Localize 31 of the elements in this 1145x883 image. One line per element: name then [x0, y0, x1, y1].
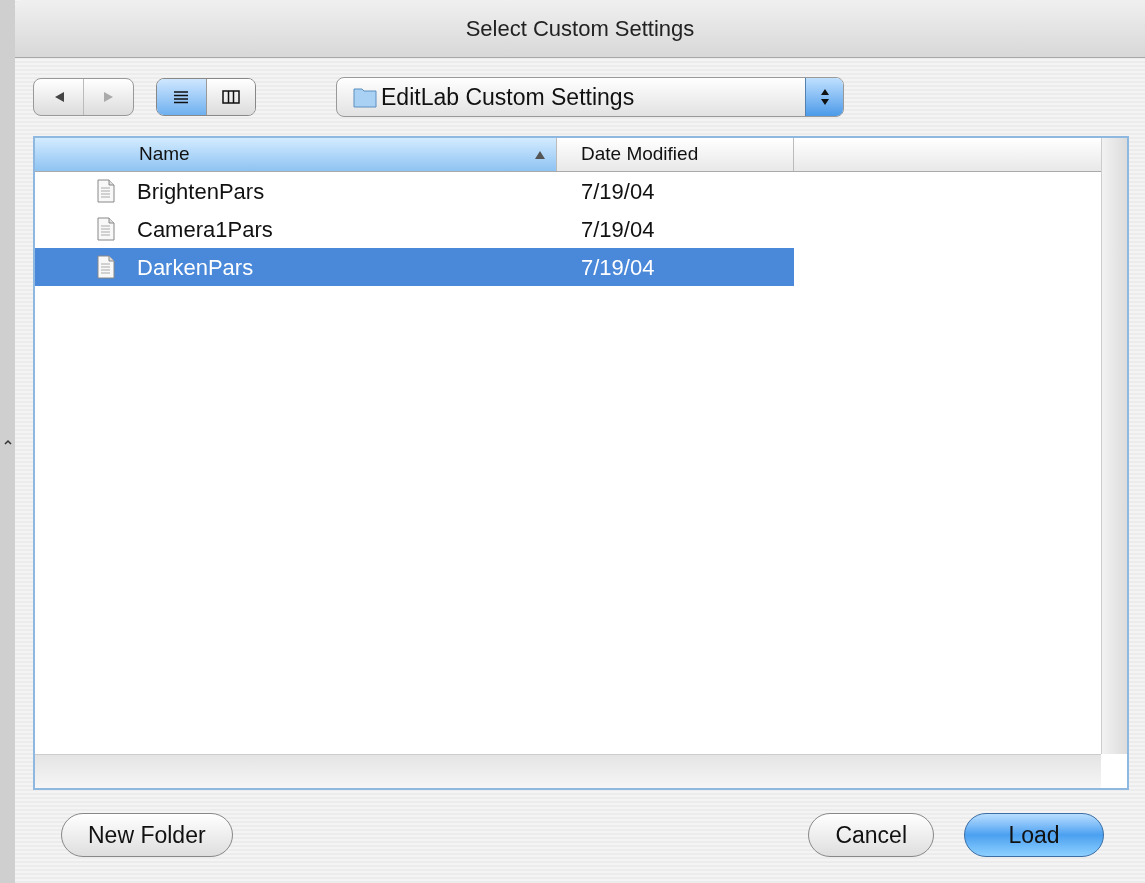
folder-icon: [353, 86, 377, 108]
date-cell-text: 7/19/04: [580, 177, 655, 206]
file-row[interactable]: DarkenPars 7/19/04: [35, 248, 794, 286]
file-name: DarkenPars: [137, 253, 254, 282]
default-dialog-button[interactable]: Load: [964, 813, 1104, 857]
dialog-button[interactable]: New Folder: [61, 813, 233, 857]
file-name: BrightenPars: [137, 177, 265, 206]
list-view-icon: [173, 90, 190, 104]
column-header[interactable]: Date Modified: [557, 138, 794, 171]
file-name: Camera1Pars: [137, 215, 273, 244]
date-cell-text: 7/19/04: [580, 215, 655, 244]
date-cell-text: 7/19/04: [580, 253, 655, 282]
column-label: Name: [139, 142, 191, 167]
column-header[interactable]: Name: [35, 138, 557, 171]
document-icon: [97, 217, 115, 241]
file-row[interactable]: BrightenPars 7/19/04: [35, 172, 794, 210]
column-view-icon: [221, 90, 240, 104]
document-icon: [97, 179, 115, 203]
dialog-button[interactable]: Cancel: [808, 813, 934, 857]
view-mode-button[interactable]: [205, 79, 255, 115]
view-mode-button[interactable]: [157, 79, 206, 115]
document-icon: [97, 255, 115, 279]
sort-arrow-icon: [534, 149, 546, 160]
location-popup[interactable]: EditLab Custom Settings: [336, 77, 844, 117]
up-down-arrows-icon: [819, 88, 830, 106]
handle-icon[interactable]: [3, 438, 12, 445]
location-text: EditLab Custom Settings: [381, 82, 636, 112]
column-label: Date Modified: [581, 142, 700, 167]
window-title: Select Custom Settings: [465, 15, 695, 43]
file-row[interactable]: Camera1Pars 7/19/04: [35, 210, 794, 248]
right-arrow-icon: [102, 91, 115, 103]
